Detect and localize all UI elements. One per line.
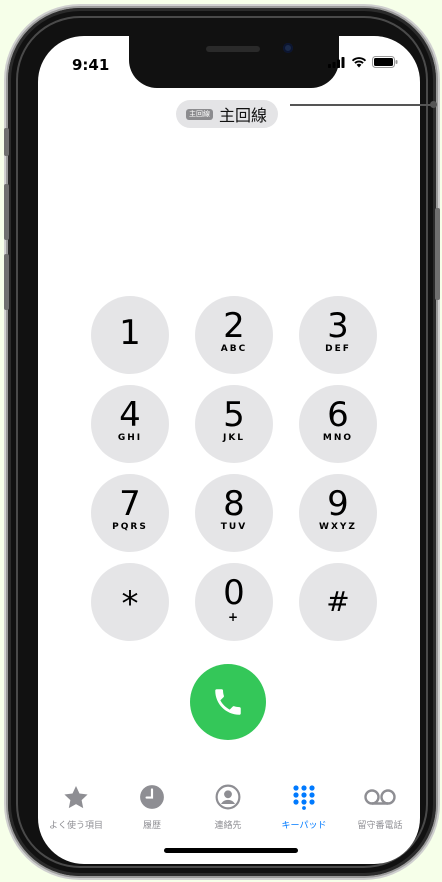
call-button[interactable] — [190, 664, 266, 740]
key-letters: + — [227, 610, 241, 624]
key-5[interactable]: 5 JKL — [195, 385, 273, 463]
key-letters: ABC — [220, 344, 248, 354]
key-8[interactable]: 8 TUV — [195, 474, 273, 552]
tab-contacts[interactable]: 連絡先 — [190, 780, 266, 836]
phone-frame: 9:41 主回線 主回線 1 2 ABC 3 DEF 4 GHI 5 JKL 6… — [4, 8, 440, 876]
side-power-button — [435, 208, 440, 300]
tab-favorites[interactable]: よく使う項目 — [38, 780, 114, 836]
tab-label: 留守番電話 — [357, 821, 403, 831]
key-hash[interactable]: # — [299, 563, 377, 641]
tab-label: 履歴 — [142, 821, 161, 831]
cellular-signal-icon — [328, 56, 345, 68]
callout-dot — [430, 101, 437, 108]
tab-label: キーパッド — [281, 821, 327, 831]
screen: 9:41 主回線 主回線 1 2 ABC 3 DEF 4 GHI 5 JKL 6… — [38, 36, 420, 864]
key-7[interactable]: 7 PQRS — [91, 474, 169, 552]
key-4[interactable]: 4 GHI — [91, 385, 169, 463]
key-9[interactable]: 9 WXYZ — [299, 474, 377, 552]
key-digit: # — [326, 585, 350, 618]
key-digit: 7 — [119, 484, 141, 524]
key-letters: MNO — [322, 433, 354, 443]
key-digit: 2 — [223, 306, 245, 346]
key-digit: 4 — [119, 395, 141, 435]
tab-voicemail[interactable]: 留守番電話 — [342, 780, 418, 836]
voicemail-icon — [364, 789, 396, 805]
earpiece-speaker — [206, 46, 260, 52]
key-digit: 1 — [119, 313, 141, 353]
callout-line — [290, 104, 434, 106]
tab-label: よく使う項目 — [48, 821, 103, 831]
volume-up-button — [4, 184, 9, 240]
key-digit: * — [121, 584, 139, 624]
battery-icon — [372, 56, 398, 68]
tab-bar: よく使う項目 履歴 連絡先 キーパッド 留守番電話 — [38, 780, 420, 840]
key-letters: GHI — [117, 433, 143, 443]
key-letters: PQRS — [112, 522, 148, 532]
key-digit: 8 — [223, 484, 245, 524]
key-1[interactable]: 1 — [91, 296, 169, 374]
line-selector-button[interactable]: 主回線 主回線 — [176, 100, 279, 128]
key-letters: TUV — [220, 522, 248, 532]
keypad-icon — [293, 785, 315, 810]
front-camera — [283, 43, 293, 53]
status-time: 9:41 — [72, 56, 110, 74]
key-digit: 9 — [327, 484, 349, 524]
clock-icon — [140, 785, 164, 809]
status-icons — [328, 56, 398, 68]
star-icon — [64, 785, 88, 808]
notch — [129, 36, 339, 88]
tab-label: 連絡先 — [214, 821, 242, 831]
wifi-icon — [351, 57, 367, 68]
tab-keypad[interactable]: キーパッド — [266, 780, 342, 836]
key-digit: 3 — [327, 306, 349, 346]
key-digit: 5 — [223, 395, 245, 435]
key-6[interactable]: 6 MNO — [299, 385, 377, 463]
key-2[interactable]: 2 ABC — [195, 296, 273, 374]
ring-silent-switch — [4, 128, 9, 156]
key-letters: DEF — [325, 344, 351, 354]
line-badge: 主回線 — [186, 108, 213, 120]
key-0[interactable]: 0 + — [195, 563, 273, 641]
key-3[interactable]: 3 DEF — [299, 296, 377, 374]
key-digit: 6 — [327, 395, 349, 435]
volume-down-button — [4, 254, 9, 310]
phone-icon — [215, 689, 241, 715]
key-letters: WXYZ — [319, 522, 357, 532]
home-indicator[interactable] — [164, 848, 298, 853]
key-digit: 0 — [223, 573, 245, 613]
key-letters: JKL — [222, 433, 246, 443]
line-label: 主回線 — [219, 106, 268, 125]
tab-recents[interactable]: 履歴 — [114, 780, 190, 836]
person-circle-icon — [215, 784, 241, 810]
key-star[interactable]: * — [91, 563, 169, 641]
